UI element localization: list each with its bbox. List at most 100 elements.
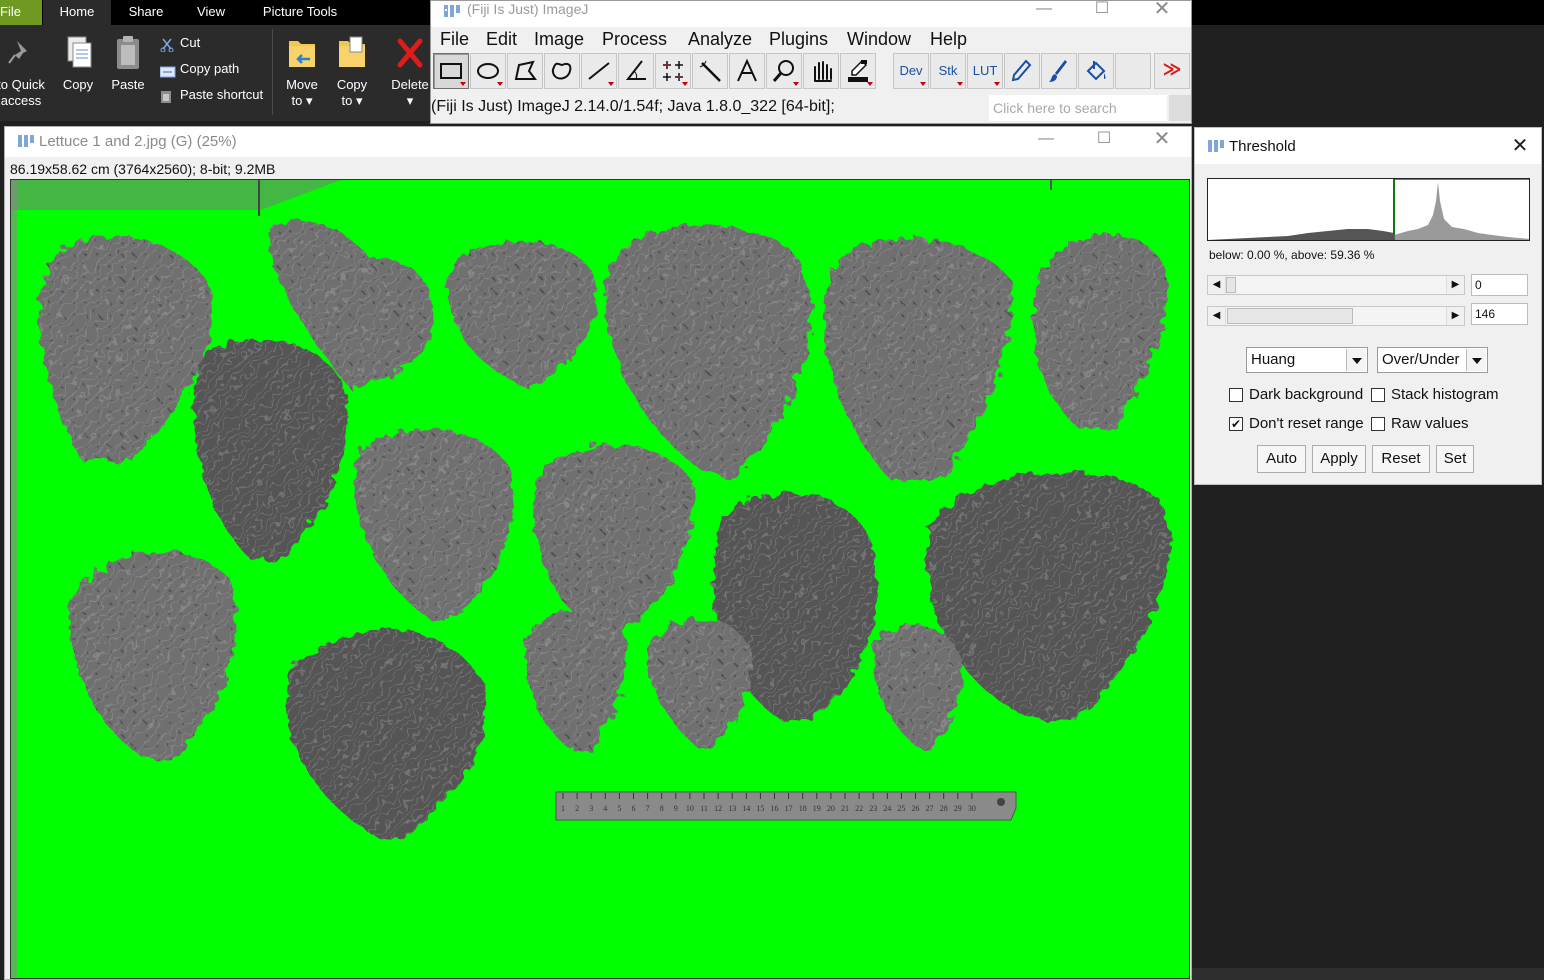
close-button[interactable]: ✕: [1139, 129, 1185, 155]
paste-shortcut-button[interactable]: Paste shortcut: [160, 84, 263, 106]
rectangle-tool[interactable]: [433, 53, 469, 89]
apply-button[interactable]: Apply: [1312, 445, 1366, 473]
scroll-left-arrow-icon[interactable]: ◀: [1208, 307, 1226, 325]
checkbox-box[interactable]: [1371, 417, 1385, 431]
paste-button[interactable]: Paste: [102, 33, 154, 93]
oval-tool[interactable]: [470, 53, 506, 89]
menu-window[interactable]: Window: [847, 28, 911, 50]
angle-tool[interactable]: [618, 53, 654, 89]
minimize-button[interactable]: —: [1021, 1, 1067, 27]
min-threshold-slider[interactable]: ◀ ▶: [1207, 275, 1465, 295]
dev-label: Dev: [899, 63, 923, 78]
ruler-tick-label: 12: [714, 804, 722, 813]
copy-button[interactable]: Copy: [52, 33, 104, 93]
copy-to-button[interactable]: Copy to ▾: [326, 33, 378, 109]
close-button[interactable]: ✕: [1139, 0, 1185, 27]
command-search-input[interactable]: Click here to search: [989, 95, 1167, 121]
wand-tool[interactable]: [692, 53, 728, 89]
image-canvas[interactable]: 1 2 3 4 5 6 7 8 9 10 11 12 13 14 15 16 17 18 19 20 21 22 23 24 2…: [10, 179, 1190, 979]
polygon-tool[interactable]: [507, 53, 543, 89]
checkbox-box[interactable]: [1371, 388, 1385, 402]
dont-reset-range-checkbox[interactable]: ✔ Don't reset range: [1229, 415, 1364, 433]
ruler-tick-label: 1: [561, 804, 565, 813]
fiji-app-icon: [443, 3, 461, 24]
paste-label: Paste: [111, 77, 145, 92]
move-to-button[interactable]: Move to ▾: [276, 33, 328, 109]
blank-tool-slot[interactable]: [1115, 53, 1151, 89]
tab-file[interactable]: File: [0, 0, 42, 25]
raw-values-checkbox[interactable]: Raw values: [1371, 415, 1469, 433]
reset-button[interactable]: Reset: [1372, 445, 1430, 473]
set-button[interactable]: Set: [1436, 445, 1474, 473]
pencil-tool[interactable]: [1004, 53, 1040, 89]
scroll-left-arrow-icon[interactable]: ◀: [1208, 276, 1226, 294]
polygon-icon: [514, 60, 537, 80]
tab-home[interactable]: Home: [43, 0, 111, 25]
tab-share[interactable]: Share: [118, 0, 174, 25]
magnifier-tool[interactable]: [766, 53, 802, 89]
min-slider-thumb[interactable]: [1226, 277, 1236, 293]
menu-file[interactable]: File: [440, 28, 469, 50]
ruler-tick-label: 15: [756, 804, 764, 813]
max-slider-thumb[interactable]: [1227, 308, 1354, 324]
freehand-icon: [551, 62, 572, 80]
search-options-button[interactable]: [1169, 95, 1191, 121]
menu-edit[interactable]: Edit: [486, 28, 517, 50]
delete-button[interactable]: Delete ▾: [384, 33, 436, 109]
checkbox-box[interactable]: [1229, 388, 1243, 402]
max-threshold-slider[interactable]: ◀ ▶: [1207, 306, 1465, 326]
imagej-toolbar: Dev Stk LUT ≫: [431, 53, 1191, 91]
menu-help[interactable]: Help: [930, 28, 967, 50]
display-mode-select[interactable]: Over/Under: [1377, 347, 1488, 373]
dark-background-checkbox[interactable]: Dark background: [1229, 386, 1363, 404]
scroll-right-arrow-icon[interactable]: ▶: [1446, 276, 1464, 294]
scroll-right-arrow-icon[interactable]: ▶: [1446, 307, 1464, 325]
image-window-title-bar[interactable]: Lettuce 1 and 2.jpg (G) (25%) — ☐ ✕: [5, 127, 1191, 157]
tab-picture-tools[interactable]: Picture Tools: [250, 0, 350, 25]
text-tool[interactable]: [729, 53, 765, 89]
copy-path-button[interactable]: Copy path: [159, 58, 239, 80]
lut-menu-tool[interactable]: LUT: [967, 53, 1003, 89]
ruler-tick-label: 27: [926, 804, 934, 813]
color-picker-tool[interactable]: [840, 53, 876, 89]
max-threshold-field[interactable]: 146: [1471, 303, 1528, 325]
hand-tool[interactable]: [803, 53, 839, 89]
stack-histogram-checkbox[interactable]: Stack histogram: [1371, 386, 1499, 404]
line-tool[interactable]: [581, 53, 617, 89]
checkbox-box[interactable]: ✔: [1229, 417, 1243, 431]
brush-tool[interactable]: [1041, 53, 1077, 89]
ruler-tick-label: 28: [940, 804, 948, 813]
menu-analyze[interactable]: Analyze: [688, 28, 752, 50]
background-area: [1192, 25, 1544, 127]
copy-to-label: Copy: [336, 77, 368, 92]
freehand-tool[interactable]: [544, 53, 580, 89]
ruler-tick-label: 3: [589, 804, 593, 813]
close-button[interactable]: ✕: [1509, 136, 1531, 158]
pin-to-quick-access-button[interactable]: to Quick access: [0, 33, 52, 109]
auto-button[interactable]: Auto: [1257, 445, 1306, 473]
cut-button[interactable]: Cut: [160, 32, 200, 54]
threshold-title-bar[interactable]: Threshold ✕: [1195, 128, 1541, 164]
method-select[interactable]: Huang: [1246, 347, 1368, 373]
tab-view[interactable]: View: [186, 0, 236, 25]
flood-fill-tool[interactable]: [1078, 53, 1114, 89]
multipoint-tool[interactable]: [655, 53, 691, 89]
maximize-button[interactable]: ☐: [1081, 131, 1127, 155]
min-threshold-field[interactable]: 0: [1471, 274, 1528, 296]
delete-label: Delete: [391, 77, 429, 92]
stacks-menu-tool[interactable]: Stk: [930, 53, 966, 89]
maximize-button[interactable]: ☐: [1079, 1, 1125, 27]
menu-plugins[interactable]: Plugins: [769, 28, 828, 50]
paste-shortcut-icon: [160, 89, 174, 103]
minimize-button[interactable]: —: [1023, 131, 1069, 155]
ruler-tick-label: 10: [686, 804, 694, 813]
threshold-histogram[interactable]: [1207, 178, 1530, 241]
imagej-title-bar[interactable]: (Fiji Is Just) ImageJ — ☐ ✕: [431, 0, 1191, 27]
ruler-tick-label: 2: [575, 804, 579, 813]
more-tools-button[interactable]: ≫: [1154, 53, 1190, 89]
ruler-tick-label: 17: [785, 804, 793, 813]
menu-image[interactable]: Image: [534, 28, 584, 50]
ruler-tick-label: 16: [771, 804, 779, 813]
menu-process[interactable]: Process: [602, 28, 667, 50]
developer-menu-tool[interactable]: Dev: [893, 53, 929, 89]
